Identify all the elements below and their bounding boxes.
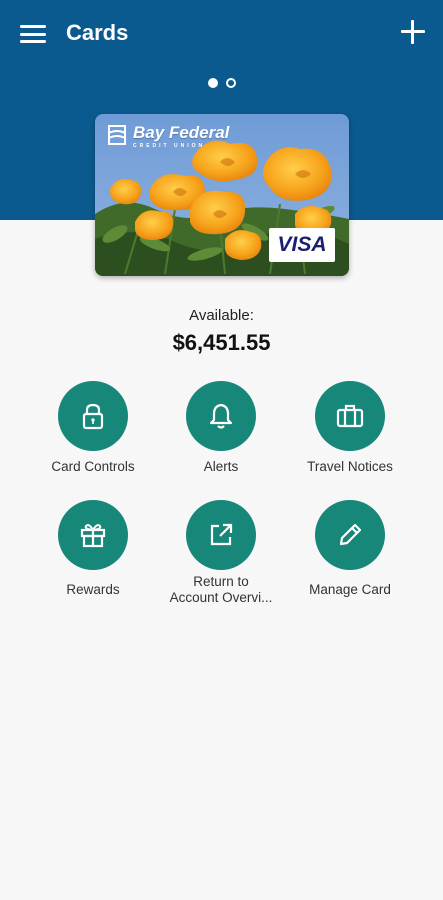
manage-card-circle	[315, 500, 385, 570]
alerts-label: Alerts	[203, 459, 239, 474]
card-controls-circle	[58, 381, 128, 451]
available-label: Available:	[189, 307, 254, 324]
return-to-account-overview-button[interactable]: Return to Account Overvi...	[151, 500, 291, 606]
card-network: VISA	[277, 233, 327, 256]
alerts-circle	[186, 381, 256, 451]
carousel-dot-2[interactable]	[225, 78, 236, 88]
pencil-icon	[339, 523, 362, 546]
manage-card-button[interactable]: Manage Card	[280, 500, 420, 598]
lock-icon	[82, 403, 104, 430]
card-controls-label: Card Controls	[51, 459, 135, 474]
issuer-name: Bay Federal	[133, 123, 230, 142]
issuer-logo: Bay Federal CREDIT UNION	[107, 124, 229, 149]
travel-notices-circle	[315, 381, 385, 451]
hamburger-menu-icon[interactable]	[20, 22, 46, 46]
return-label: Return to Account Overvi...	[169, 574, 273, 605]
bell-icon	[209, 403, 233, 429]
suitcase-icon	[336, 404, 364, 428]
travel-notices-button[interactable]: Travel Notices	[280, 381, 420, 475]
page-title: Cards	[66, 20, 129, 45]
rewards-circle	[58, 500, 128, 570]
alerts-button[interactable]: Alerts	[151, 381, 291, 475]
plus-icon[interactable]	[399, 18, 427, 46]
external-link-icon	[210, 523, 233, 546]
visa-logo: VISA	[269, 228, 335, 262]
carousel-indicator	[0, 78, 443, 88]
app-bar: Cards	[0, 0, 443, 72]
credit-card-image[interactable]: Bay Federal CREDIT UNION VISA	[95, 114, 349, 276]
return-circle	[186, 500, 256, 570]
carousel-dot-1[interactable]	[207, 78, 218, 88]
card-controls-button[interactable]: Card Controls	[23, 381, 163, 475]
rewards-label: Rewards	[66, 582, 120, 597]
bay-federal-logo-icon	[108, 125, 126, 145]
available-amount: $6,451.55	[172, 330, 271, 355]
issuer-subtitle: CREDIT UNION	[133, 143, 206, 149]
manage-card-label: Manage Card	[309, 582, 391, 597]
rewards-button[interactable]: Rewards	[23, 500, 163, 598]
gift-icon	[80, 524, 106, 548]
travel-notices-label: Travel Notices	[307, 459, 393, 474]
